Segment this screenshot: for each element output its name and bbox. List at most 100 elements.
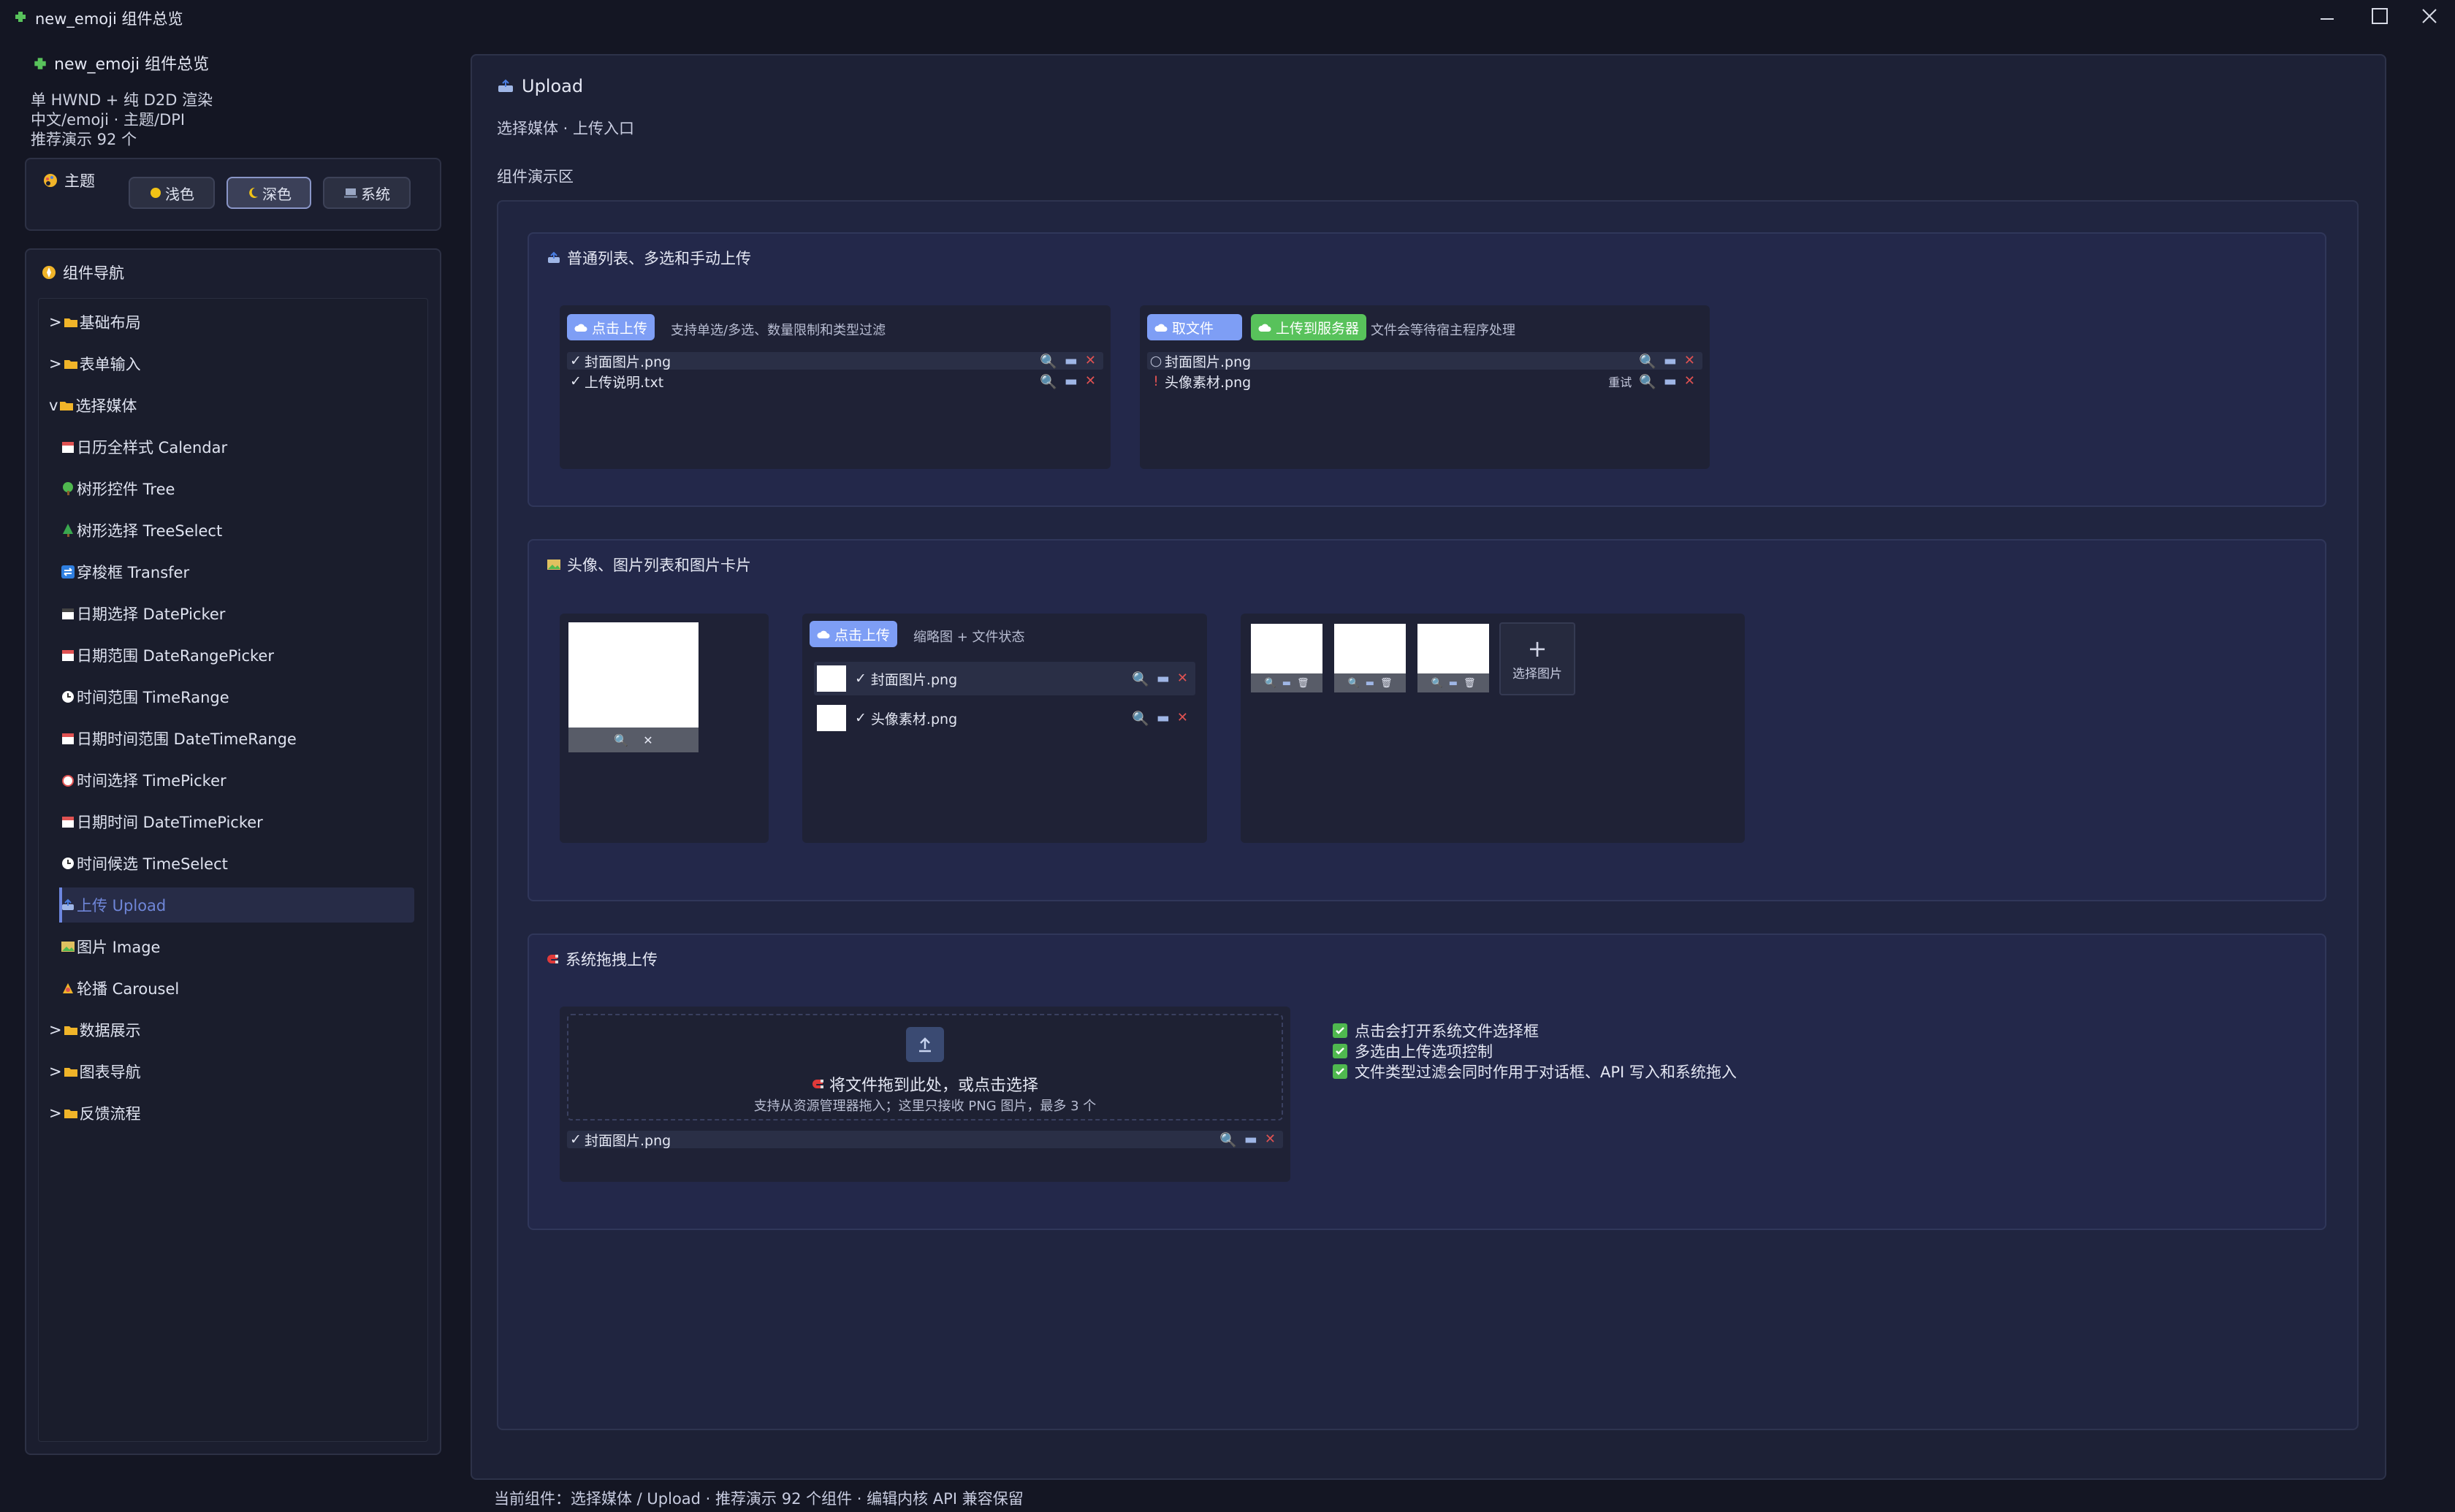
check-item: 多选由上传选项控制: [1333, 1040, 1493, 1062]
file-thumbnail: [817, 665, 846, 692]
upload-cloud-icon: [1258, 321, 1271, 333]
nav-item-datetimerange[interactable]: 日期时间范围 DateTimeRange: [61, 721, 414, 756]
upload-server-button[interactable]: 上传到服务器: [1251, 314, 1367, 340]
close-icon[interactable]: ✕: [643, 733, 652, 747]
nav-item-upload[interactable]: 上传 Upload: [59, 887, 414, 923]
preview-icon: 🔍: [1264, 677, 1276, 689]
puzzle-icon: [13, 9, 28, 23]
download-icon: ▬: [1156, 671, 1170, 687]
folder-icon: [64, 1024, 78, 1036]
nav-item-datepicker[interactable]: 日期选择 DatePicker: [61, 596, 414, 631]
pick-file-button[interactable]: 取文件: [1147, 314, 1242, 340]
upload-hint: 文件会等待宿主程序处理: [1371, 323, 1515, 338]
nav-item-timeselect[interactable]: 时间候选 TimeSelect: [61, 846, 414, 881]
trash-icon: 🗑: [1379, 677, 1393, 689]
file-row[interactable]: ✓ 上传说明.txt 🔍 ▬ ✕: [567, 373, 1103, 391]
folder-icon: [64, 358, 78, 370]
upload-card-manual: 取文件 上传到服务器 文件会等待宿主程序处理 ○ 封面图片.png 🔍 ▬ ✕ ! …: [1140, 305, 1710, 469]
preview-icon[interactable]: 🔍: [614, 733, 628, 747]
upload-arrow-icon: [906, 1027, 944, 1062]
section-title: 普通列表、多选和手动上传: [547, 247, 751, 269]
file-row[interactable]: ○ 封面图片.png 🔍 ▬ ✕: [1147, 352, 1702, 370]
nav-group-media[interactable]: v 选择媒体: [49, 388, 414, 423]
add-picture-button[interactable]: + 选择图片: [1499, 622, 1575, 695]
pine-icon: [61, 523, 75, 538]
magnet-icon: [547, 952, 560, 966]
remove-icon: ✕: [1264, 1131, 1276, 1147]
nav-group-chart-nav[interactable]: > 图表导航: [49, 1054, 414, 1089]
nav-item-timepicker[interactable]: 时间选择 TimePicker: [61, 763, 414, 798]
picture-icon: [547, 558, 561, 571]
nav-item-timerange[interactable]: 时间范围 TimeRange: [61, 679, 414, 714]
nav-item-tree[interactable]: 树形控件 Tree: [61, 471, 414, 506]
theme-label: 主题: [42, 169, 95, 191]
preview-icon: 🔍: [1132, 671, 1149, 687]
check-icon: [1333, 1023, 1347, 1038]
nav-item-image[interactable]: 图片 Image: [61, 929, 414, 964]
theme-dark-button[interactable]: 深色: [227, 177, 311, 209]
nav-group-form-input[interactable]: > 表单输入: [49, 346, 414, 381]
maximize-button[interactable]: [2357, 0, 2402, 32]
check-icon: [1333, 1044, 1347, 1058]
nav-item-daterangepicker[interactable]: 日期范围 DateRangePicker: [61, 638, 414, 673]
close-button[interactable]: [2407, 0, 2452, 32]
remove-icon: ✕: [1176, 671, 1188, 686]
upload-cloud-icon: [574, 321, 587, 333]
picture-card[interactable]: [1251, 624, 1322, 673]
file-thumbnail: [817, 705, 846, 731]
nav-item-datetimepicker[interactable]: 日期时间 DateTimePicker: [61, 804, 414, 839]
nav-group-data-display[interactable]: > 数据展示: [49, 1012, 414, 1047]
picture-card[interactable]: [1417, 624, 1489, 673]
nav-panel: 组件导航 > 基础布局 > 表单输入 v 选择媒体 日历全样式 Calendar 树形…: [25, 248, 441, 1455]
plus-icon: +: [1527, 634, 1548, 663]
theme-panel: 主题 浅色 深色 系统: [25, 158, 441, 231]
nav-item-carousel[interactable]: 轮播 Carousel: [61, 971, 414, 1006]
theme-system-button[interactable]: 系统: [323, 177, 411, 209]
retry-link[interactable]: 重试: [1608, 373, 1632, 390]
upload-tray-icon: [497, 79, 514, 93]
click-upload-button[interactable]: 点击上传: [567, 314, 655, 340]
upload-card-basic: 点击上传 支持单选/多选、数量限制和类型过滤 ✓ 封面图片.png 🔍 ▬ ✕ ✓ …: [560, 305, 1111, 469]
drop-sub-text: 支持从资源管理器拖入；这里只接收 PNG 图片，最多 3 个: [753, 1099, 1097, 1114]
drop-zone[interactable]: 将文件拖到此处，或点击选择 支持从资源管理器拖入；这里只接收 PNG 图片，最多…: [567, 1014, 1283, 1120]
upload-hint: 支持单选/多选、数量限制和类型过滤: [671, 323, 886, 338]
theme-light-button[interactable]: 浅色: [129, 177, 215, 209]
folder-open-icon: [59, 400, 74, 411]
folder-icon: [64, 1107, 78, 1119]
card-actions: 🔍 ▬ 🗑: [1417, 673, 1489, 692]
card-actions: 🔍 ▬ 🗑: [1334, 673, 1406, 692]
section-image-upload: 头像、图片列表和图片卡片 🔍 ✕ 点击上传 缩略图 + 文件状态 ✓ 封面图片.…: [528, 539, 2326, 901]
sidebar-header: new_emoji 组件总览: [32, 51, 209, 75]
download-icon: ▬: [1365, 677, 1374, 689]
nav-group-feedback[interactable]: > 反馈流程: [49, 1096, 414, 1131]
calendar-icon: [61, 732, 75, 745]
thumb-file-row[interactable]: ✓ 封面图片.png 🔍 ▬ ✕: [814, 662, 1195, 695]
info-line: 推荐演示 92 个: [31, 131, 137, 148]
nav-item-treeselect[interactable]: 树形选择 TreeSelect: [61, 513, 414, 548]
file-row[interactable]: ! 头像素材.png 重试 🔍 ▬ ✕: [1147, 373, 1702, 391]
calendar-icon: [61, 649, 75, 662]
preview-icon: 🔍: [1219, 1131, 1237, 1148]
check-item: 文件类型过滤会同时作用于对话框、API 写入和系统拖入: [1333, 1061, 1737, 1083]
compass-icon: [42, 266, 56, 279]
picture-card-grid: 🔍 ▬ 🗑 🔍 ▬ 🗑 🔍 ▬ 🗑 + 选择图片: [1241, 614, 1745, 843]
clock-icon: [61, 690, 75, 704]
thumb-file-row[interactable]: ✓ 头像素材.png 🔍 ▬ ✕: [814, 701, 1195, 735]
nav-item-transfer[interactable]: 穿梭框 Transfer: [61, 554, 414, 589]
download-icon: ▬: [1282, 677, 1291, 689]
file-row[interactable]: ✓ 封面图片.png 🔍 ▬ ✕: [567, 1131, 1283, 1149]
folder-icon: [64, 1066, 78, 1077]
upload-tray-icon: [547, 251, 561, 264]
remove-icon: ✕: [1683, 373, 1695, 389]
minimize-button[interactable]: [2304, 0, 2350, 32]
drop-main-text: 将文件拖到此处，或点击选择: [568, 1072, 1282, 1096]
nav-list: > 基础布局 > 表单输入 v 选择媒体 日历全样式 Calendar 树形控件 Tr…: [38, 298, 428, 1442]
preview-icon: 🔍: [1639, 353, 1656, 370]
avatar-preview[interactable]: [568, 622, 699, 728]
main-panel: Upload 选择媒体 · 上传入口 组件演示区 普通列表、多选和手动上传 点击…: [471, 54, 2386, 1480]
file-row[interactable]: ✓ 封面图片.png 🔍 ▬ ✕: [567, 352, 1103, 370]
picture-card[interactable]: [1334, 624, 1406, 673]
nav-item-calendar[interactable]: 日历全样式 Calendar: [61, 429, 414, 465]
click-upload-button[interactable]: 点击上传: [810, 621, 898, 647]
nav-group-basic-layout[interactable]: > 基础布局: [49, 305, 414, 340]
